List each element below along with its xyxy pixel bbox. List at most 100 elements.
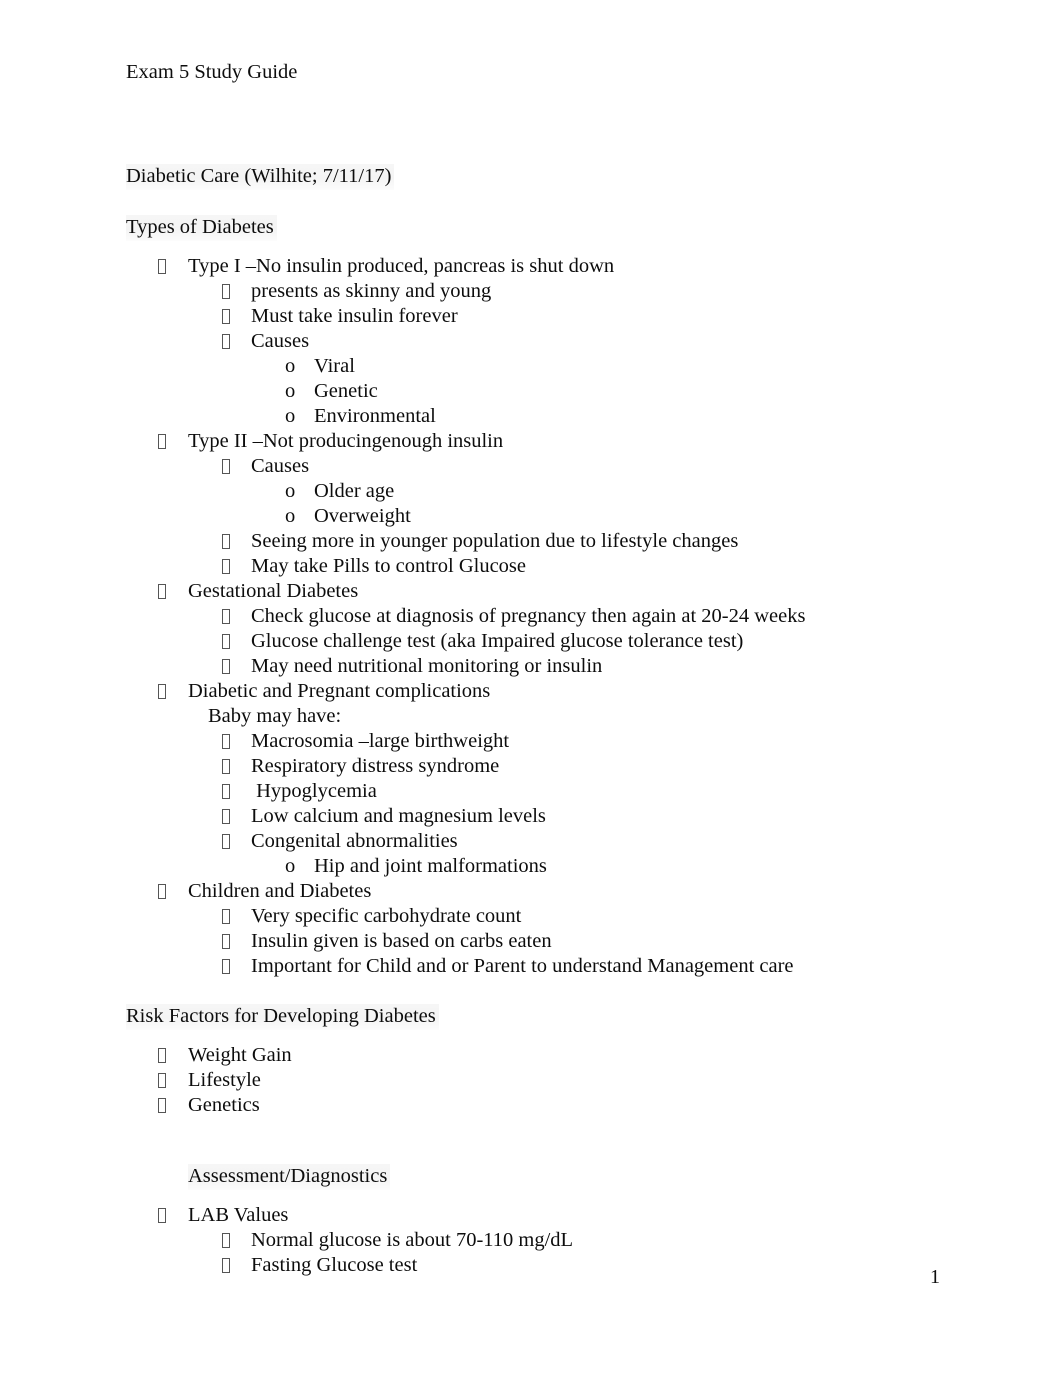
missing-glyph-bullet-icon: [158, 254, 166, 279]
list-item-label: Hypoglycemia: [251, 780, 377, 802]
missing-glyph-bullet-icon: [158, 1093, 166, 1118]
list-item: Check glucose at diagnosis of pregnancy …: [0, 604, 1062, 629]
missing-glyph-box-icon: [222, 559, 230, 574]
missing-glyph-box-icon: [222, 459, 230, 474]
list-item: Normal glucose is about 70-110 mg/dL: [0, 1228, 1062, 1253]
document-body: Diabetic Care (Wilhite; 7/11/17) Types of…: [0, 164, 1062, 1278]
missing-glyph-box-icon: [158, 1098, 166, 1113]
list-item: LAB Values: [0, 1203, 1062, 1228]
list-item-label: Must take insulin forever: [251, 305, 458, 327]
circle-bullet-icon: o: [285, 855, 296, 877]
list-item-label: Seeing more in younger population due to…: [251, 530, 739, 552]
list-item: Hypoglycemia: [0, 779, 1062, 804]
page-number: 1: [930, 1266, 940, 1288]
missing-glyph-bullet-icon: [222, 729, 230, 754]
missing-glyph-bullet-icon: [222, 779, 230, 804]
missing-glyph-box-icon: [222, 284, 230, 299]
list-item-label: Insulin given is based on carbs eaten: [251, 930, 552, 952]
list-item-label: presents as skinny and young: [251, 280, 492, 302]
missing-glyph-bullet-icon: [158, 1203, 166, 1228]
list-item: Causes: [0, 454, 1062, 479]
section-heading-row: Diabetic Care (Wilhite; 7/11/17): [0, 164, 1062, 190]
list-item-label: Respiratory distress syndrome: [251, 755, 500, 777]
list-item-label: May take Pills to control Glucose: [251, 555, 526, 577]
missing-glyph-bullet-icon: [222, 904, 230, 929]
missing-glyph-bullet-icon: [158, 879, 166, 904]
missing-glyph-box-icon: [222, 309, 230, 324]
list-item-label: Macrosomia –large birthweight: [251, 730, 510, 752]
list-item: Weight Gain: [0, 1043, 1062, 1068]
list-item: Type I –No insulin produced, pancreas is…: [0, 254, 1062, 279]
section-heading-row: Types of Diabetes: [0, 215, 1062, 241]
list-item-label: Causes: [251, 455, 310, 477]
missing-glyph-box-icon: [222, 834, 230, 849]
list-item-label: Lifestyle: [188, 1069, 261, 1091]
list-item: Children and Diabetes: [0, 879, 1062, 904]
missing-glyph-bullet-icon: [222, 829, 230, 854]
list-item-label: Important for Child and or Parent to und…: [251, 955, 794, 977]
list-item-label: Environmental: [314, 405, 436, 427]
missing-glyph-bullet-icon: [222, 604, 230, 629]
missing-glyph-box-icon: [158, 584, 166, 599]
list-item-label: Children and Diabetes: [188, 880, 372, 902]
list-item-label: Overweight: [314, 505, 411, 527]
list-item: o Older age: [0, 479, 1062, 504]
missing-glyph-box-icon: [222, 634, 230, 649]
missing-glyph-box-icon: [222, 784, 230, 799]
missing-glyph-box-icon: [158, 884, 166, 899]
section-heading: Risk Factors for Developing Diabetes: [126, 1004, 439, 1030]
missing-glyph-box-icon: [158, 1208, 166, 1223]
missing-glyph-bullet-icon: [222, 929, 230, 954]
list-item-label: Congenital abnormalities: [251, 830, 458, 852]
missing-glyph-bullet-icon: [222, 529, 230, 554]
missing-glyph-bullet-icon: [222, 454, 230, 479]
list-item: Gestational Diabetes: [0, 579, 1062, 604]
missing-glyph-box-icon: [222, 534, 230, 549]
list-item-label: Causes: [251, 330, 310, 352]
missing-glyph-box-icon: [222, 334, 230, 349]
list-item-label: Low calcium and magnesium levels: [251, 805, 546, 827]
missing-glyph-bullet-icon: [222, 304, 230, 329]
circle-bullet-icon: o: [285, 505, 296, 527]
section-heading: Assessment/Diagnostics: [188, 1164, 391, 1190]
list-item: Glucose challenge test (aka Impaired glu…: [0, 629, 1062, 654]
list-item: o Viral: [0, 354, 1062, 379]
list-item-label: May need nutritional monitoring or insul…: [251, 655, 603, 677]
list-item-label: Diabetic and Pregnant complications: [188, 680, 491, 702]
missing-glyph-bullet-icon: [222, 804, 230, 829]
missing-glyph-box-icon: [158, 1073, 166, 1088]
list-item-label: Check glucose at diagnosis of pregnancy …: [251, 605, 806, 627]
missing-glyph-box-icon: [222, 809, 230, 824]
list-item-label: Older age: [314, 480, 395, 502]
list-item-label: Genetics: [188, 1094, 260, 1116]
list-item: Important for Child and or Parent to und…: [0, 954, 1062, 979]
missing-glyph-box-icon: [222, 959, 230, 974]
list-item: Respiratory distress syndrome: [0, 754, 1062, 779]
section-heading: Types of Diabetes: [126, 215, 277, 241]
missing-glyph-bullet-icon: [222, 954, 230, 979]
list-item: Macrosomia –large birthweight: [0, 729, 1062, 754]
list-item: Lifestyle: [0, 1068, 1062, 1093]
missing-glyph-box-icon: [158, 1048, 166, 1063]
missing-glyph-bullet-icon: [158, 679, 166, 704]
list-item: Causes: [0, 329, 1062, 354]
list-item: Seeing more in younger population due to…: [0, 529, 1062, 554]
list-item: Congenital abnormalities: [0, 829, 1062, 854]
circle-bullet-icon: o: [285, 355, 296, 377]
missing-glyph-box-icon: [222, 609, 230, 624]
missing-glyph-box-icon: [222, 934, 230, 949]
missing-glyph-bullet-icon: [222, 629, 230, 654]
list-item-label: Normal glucose is about 70-110 mg/dL: [251, 1229, 574, 1251]
continuation-text: Baby may have:: [208, 705, 342, 727]
missing-glyph-bullet-icon: [222, 329, 230, 354]
list-item: Very specific carbohydrate count: [0, 904, 1062, 929]
missing-glyph-bullet-icon: [158, 1068, 166, 1093]
list-item: o Genetic: [0, 379, 1062, 404]
missing-glyph-box-icon: [222, 909, 230, 924]
list-item: Type II –Not producingenough insulin: [0, 429, 1062, 454]
missing-glyph-bullet-icon: [222, 554, 230, 579]
